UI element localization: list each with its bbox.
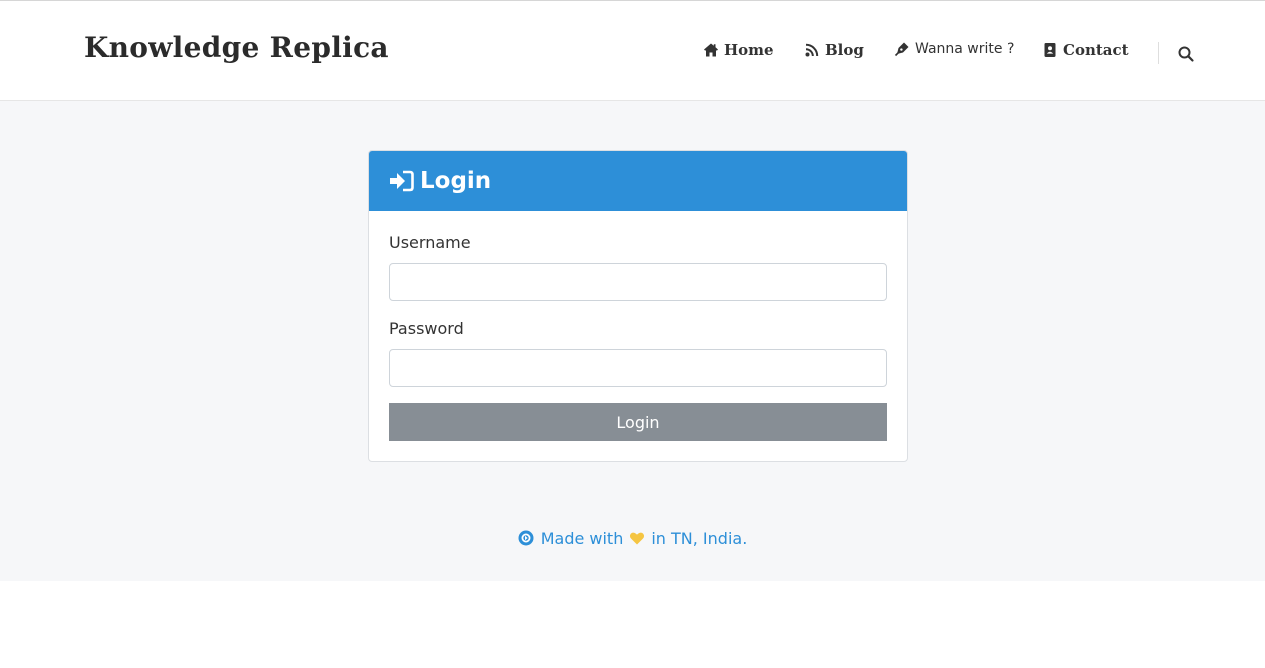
password-label: Password [389,319,464,338]
nav-divider [1158,42,1159,64]
footer-prefix: Made with [540,528,624,548]
nav-item-blog[interactable]: Blog [804,41,864,59]
password-input[interactable] [389,349,887,387]
login-title: Login [420,168,492,194]
login-card: Login Username Password Login [368,150,908,462]
sign-in-icon [389,170,414,192]
nav-item-contact[interactable]: Contact [1042,41,1129,59]
site-header: Knowledge Replica Home Blog Wanna write … [0,0,1265,101]
nav-contact-label: Contact [1063,41,1129,59]
home-icon [703,42,719,58]
pen-nib-icon [894,41,910,57]
nav-write-label: Wanna write ? [915,41,1015,57]
nav-item-home[interactable]: Home [703,41,774,59]
nav-item-wanna-write[interactable]: Wanna write ? [894,41,1014,57]
username-input[interactable] [389,263,887,301]
login-button[interactable]: Login [389,403,887,441]
search-icon [1177,46,1195,67]
site-brand[interactable]: Knowledge Replica [84,31,389,64]
nav-blog-label: Blog [825,41,864,59]
site-footer: Made with in TN, India. [0,527,1265,549]
heart-icon [629,530,645,546]
rss-icon [804,42,820,58]
address-book-icon [1042,42,1058,58]
circle-arrow-icon [518,530,534,546]
footer-suffix: in TN, India. [651,528,748,548]
username-label: Username [389,233,471,252]
nav-home-label: Home [724,41,774,59]
search-button[interactable] [1177,45,1195,63]
login-card-header: Login [369,151,907,211]
footer-credit-link[interactable]: Made with in TN, India. [541,529,748,548]
main-content: Login Username Password Login Made with … [0,101,1265,581]
